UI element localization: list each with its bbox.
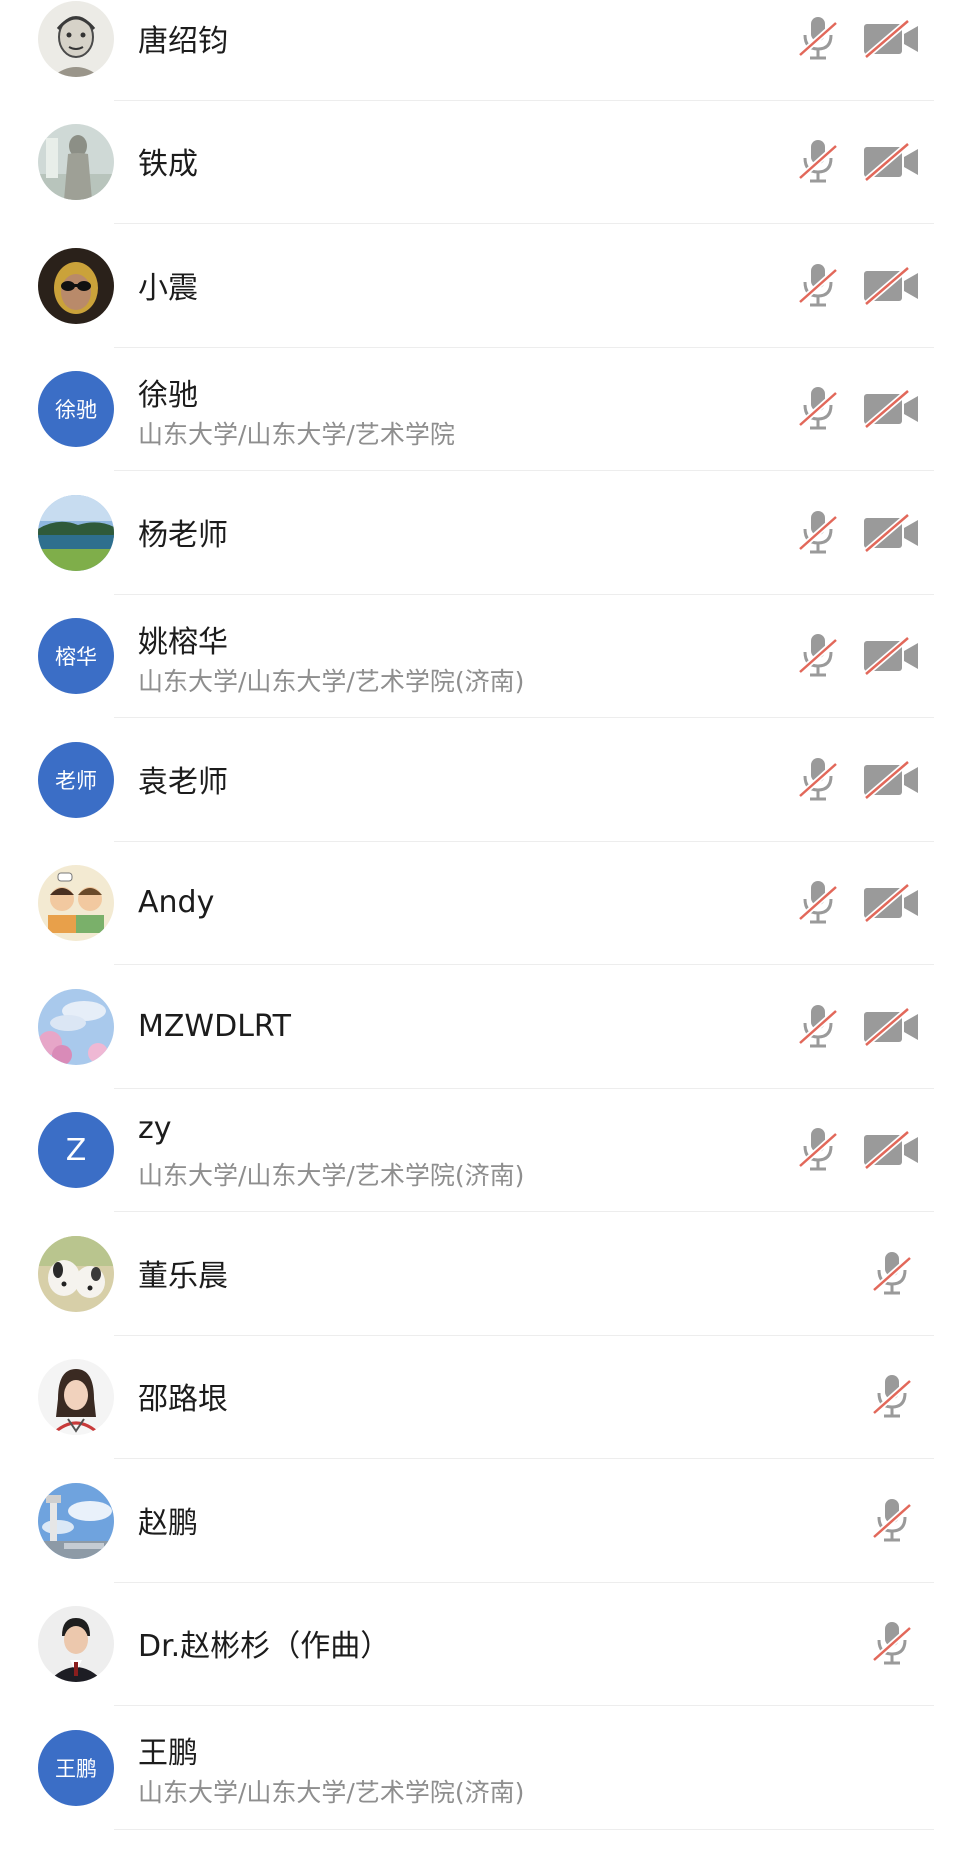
mic-muted-icon[interactable] <box>796 381 840 437</box>
avatar: 徐驰 <box>38 371 114 448</box>
participant-row[interactable]: 赵鹏 <box>0 1459 972 1583</box>
camera-off-icon[interactable] <box>862 634 920 678</box>
avatar <box>38 1235 114 1312</box>
camera-off-icon[interactable] <box>862 511 920 555</box>
participant-row[interactable]: 唐绍钧 <box>0 0 972 101</box>
participant-row[interactable]: Z zy 山东大学/山东大学/艺术学院(济南) <box>0 1089 972 1212</box>
mic-muted-icon[interactable] <box>796 628 840 684</box>
mic-muted-icon[interactable] <box>796 258 840 314</box>
avatar: 王鹏 <box>38 1729 114 1806</box>
participant-row[interactable]: 邵路垠 <box>0 1336 972 1459</box>
mic-muted-icon[interactable] <box>796 752 840 808</box>
participant-name: 王鹏 <box>138 1736 198 1771</box>
participant-org: 山东大学/山东大学/艺术学院(济南) <box>138 666 525 696</box>
mic-muted-icon[interactable] <box>796 505 840 561</box>
avatar <box>38 124 114 201</box>
participant-row[interactable]: 董乐晨 <box>0 1212 972 1336</box>
avatar <box>38 1606 114 1683</box>
avatar <box>38 865 114 942</box>
avatar <box>38 1359 114 1436</box>
avatar <box>38 1482 114 1559</box>
mic-muted-icon[interactable] <box>870 1493 914 1549</box>
avatar <box>38 988 114 1065</box>
participant-row[interactable]: 老师 袁老师 <box>0 718 972 842</box>
camera-off-icon[interactable] <box>862 758 920 802</box>
mic-muted-icon[interactable] <box>870 1369 914 1425</box>
participant-name: 姚榕华 <box>138 624 228 660</box>
participant-name: 赵鹏 <box>138 1505 198 1541</box>
camera-off-icon[interactable] <box>862 264 920 308</box>
participant-name: 杨老师 <box>138 517 228 553</box>
mic-muted-icon[interactable] <box>796 11 840 67</box>
avatar: 榕华 <box>38 618 114 695</box>
participant-name: zy <box>138 1110 172 1146</box>
participant-row[interactable]: Dr.赵彬杉（作曲） <box>0 1583 972 1706</box>
avatar: 老师 <box>38 741 114 818</box>
participant-name: MZWDLRT <box>138 1008 291 1044</box>
camera-off-icon[interactable] <box>862 1005 920 1049</box>
camera-off-icon[interactable] <box>862 140 920 184</box>
mic-muted-icon[interactable] <box>870 1246 914 1302</box>
participant-org: 山东大学/山东大学/艺术学院(济南) <box>138 1160 525 1190</box>
participant-row[interactable]: 铁成 <box>0 101 972 224</box>
participant-row[interactable]: MZWDLRT <box>0 965 972 1089</box>
participant-org: 山东大学/山东大学/艺术学院 <box>138 419 455 449</box>
avatar: Z <box>38 1112 114 1189</box>
participant-name: 董乐晨 <box>138 1258 228 1294</box>
participant-name: 唐绍钧 <box>138 23 228 59</box>
participant-name: 袁老师 <box>138 764 228 800</box>
avatar <box>38 0 114 77</box>
camera-off-icon[interactable] <box>862 1128 920 1172</box>
mic-muted-icon[interactable] <box>796 875 840 931</box>
participant-list: 唐绍钧 铁成 小震 徐驰 徐驰 山东大学/山东大学/艺术学院 杨老师 榕华 姚榕… <box>0 0 972 1859</box>
avatar <box>38 247 114 324</box>
participant-name: Andy <box>138 885 215 921</box>
camera-off-icon[interactable] <box>862 17 920 61</box>
participant-row[interactable]: 小震 <box>0 224 972 348</box>
participant-row[interactable]: 榕华 姚榕华 山东大学/山东大学/艺术学院(济南) <box>0 595 972 718</box>
participant-name: Dr.赵彬杉（作曲） <box>138 1629 391 1665</box>
avatar <box>38 494 114 571</box>
participant-name: 铁成 <box>138 147 198 183</box>
mic-muted-icon[interactable] <box>870 1616 914 1672</box>
row-divider <box>114 1828 934 1830</box>
camera-off-icon[interactable] <box>862 881 920 925</box>
participant-name: 小震 <box>138 270 198 306</box>
participant-row[interactable]: Andy <box>0 842 972 965</box>
participant-name: 邵路垠 <box>138 1382 228 1418</box>
participant-org: 山东大学/山东大学/艺术学院(济南) <box>138 1778 525 1807</box>
mic-muted-icon[interactable] <box>796 1122 840 1178</box>
participant-row[interactable]: 杨老师 <box>0 471 972 595</box>
participant-row[interactable]: 徐驰 徐驰 山东大学/山东大学/艺术学院 <box>0 348 972 471</box>
mic-muted-icon[interactable] <box>796 134 840 190</box>
participant-name: 徐驰 <box>138 377 198 413</box>
mic-muted-icon[interactable] <box>796 999 840 1055</box>
camera-off-icon[interactable] <box>862 387 920 431</box>
participant-row[interactable]: 王鹏 王鹏 山东大学/山东大学/艺术学院(济南) <box>0 1706 972 1830</box>
